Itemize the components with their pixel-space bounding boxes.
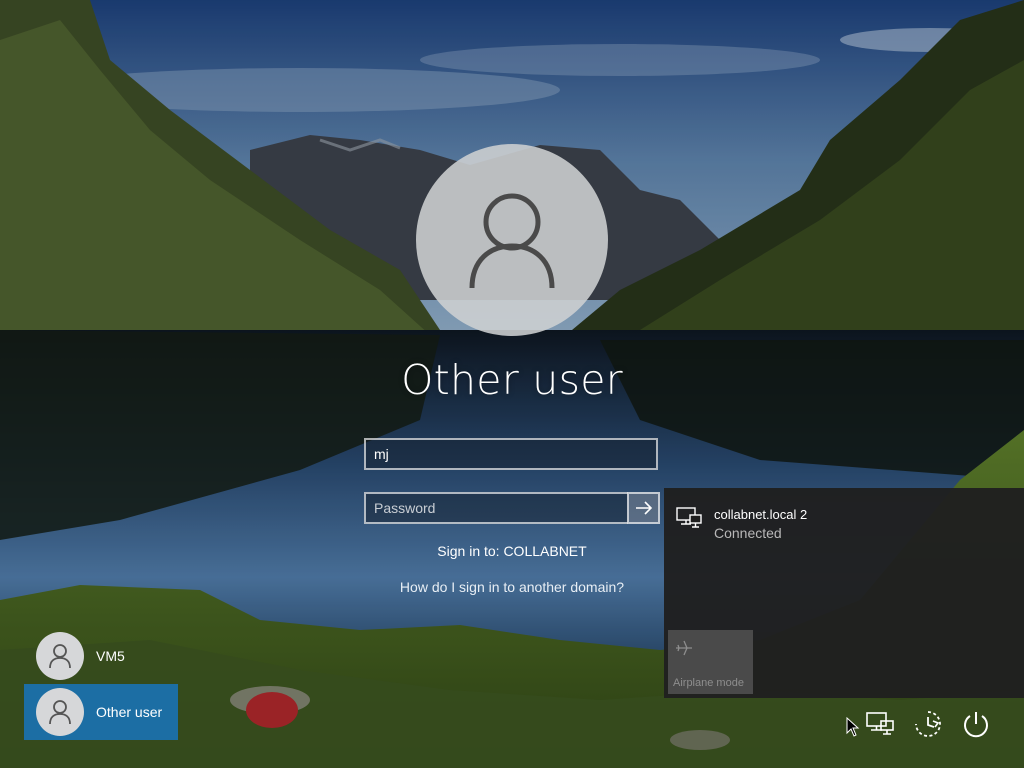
airplane-mode-toggle[interactable]: Airplane mode (668, 630, 753, 694)
submit-button[interactable] (627, 492, 660, 524)
network-tray-button[interactable] (864, 708, 896, 740)
network-item[interactable]: collabnet.local 2 Connected (676, 506, 807, 541)
user-tile-label: VM5 (96, 648, 125, 664)
network-status: Connected (714, 525, 782, 541)
password-group: Password (364, 492, 660, 524)
airplane-mode-label: Airplane mode (673, 677, 744, 689)
user-avatar-large (416, 144, 608, 336)
power-button[interactable] (960, 708, 992, 740)
network-flyout: collabnet.local 2 Connected Airplane mod… (664, 488, 1024, 698)
other-domain-link[interactable]: How do I sign in to another domain? (312, 579, 712, 595)
network-name: collabnet.local 2 (714, 507, 808, 522)
user-tile-avatar (36, 688, 84, 736)
power-icon (964, 712, 988, 738)
person-icon (49, 644, 71, 669)
network-icon (866, 712, 894, 735)
sign-in-domain-text: Sign in to: COLLABNET (437, 543, 587, 559)
user-tile-label: Other user (96, 704, 163, 720)
user-display-name: Other user (401, 356, 623, 404)
user-tile-avatar (36, 632, 84, 680)
ease-of-access-button[interactable] (912, 708, 944, 740)
user-tile-vm5[interactable]: VM5 (24, 628, 178, 684)
username-input[interactable]: mj (364, 438, 658, 470)
person-icon (469, 193, 555, 289)
airplane-icon (676, 640, 692, 656)
arrow-right-icon (635, 501, 652, 515)
person-icon (49, 700, 71, 725)
ethernet-network-icon (676, 507, 702, 528)
password-input[interactable]: Password (364, 492, 628, 524)
user-tile-other-user[interactable]: Other user (24, 684, 178, 740)
ease-of-access-icon (915, 711, 941, 737)
mouse-cursor-icon (846, 717, 860, 737)
lock-screen: Other user mj Password Sign in to: COLLA… (0, 0, 1024, 768)
